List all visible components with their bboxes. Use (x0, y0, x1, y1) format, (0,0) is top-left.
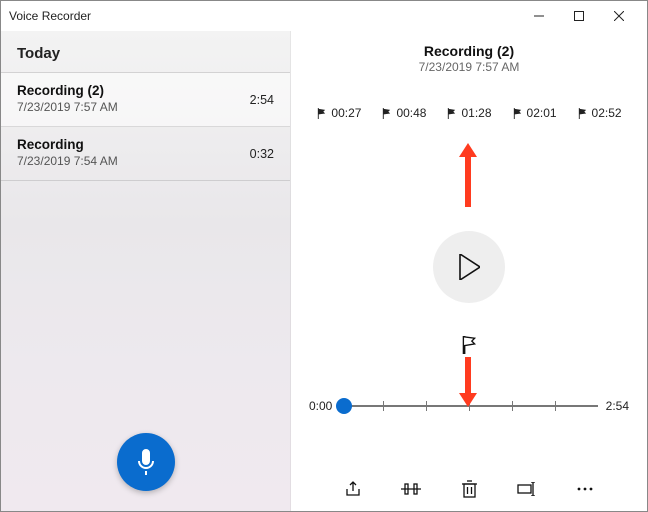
marker-item[interactable]: 02:52 (577, 106, 622, 120)
recording-date: 7/23/2019 7:57 AM (17, 100, 274, 114)
delete-button[interactable] (459, 479, 479, 499)
timeline-thumb[interactable] (336, 398, 352, 414)
recording-duration: 0:32 (250, 147, 274, 161)
add-marker-button[interactable] (461, 336, 477, 359)
time-end: 2:54 (606, 399, 629, 413)
annotation-arrow-up (461, 143, 475, 207)
play-icon (458, 254, 480, 280)
close-button[interactable] (599, 1, 639, 31)
recording-duration: 2:54 (250, 93, 274, 107)
app-title: Voice Recorder (9, 9, 91, 23)
marker-item[interactable]: 00:48 (381, 106, 426, 120)
minimize-button[interactable] (519, 1, 559, 31)
ellipsis-icon (576, 486, 594, 492)
annotation-arrow-down (461, 357, 475, 407)
flag-icon (316, 108, 327, 119)
flag-icon (461, 336, 477, 354)
flag-icon (512, 108, 523, 119)
trim-icon (401, 481, 421, 497)
marker-item[interactable]: 01:28 (446, 106, 491, 120)
flag-icon (446, 108, 457, 119)
recording-date: 7/23/2019 7:54 AM (17, 154, 274, 168)
rename-button[interactable] (517, 479, 537, 499)
record-button[interactable] (117, 433, 175, 491)
play-button[interactable] (433, 231, 505, 303)
microphone-icon (136, 449, 156, 475)
current-recording-title: Recording (2) (291, 43, 647, 59)
more-button[interactable] (575, 479, 595, 499)
time-start: 0:00 (309, 399, 332, 413)
recording-list-item[interactable]: Recording 7/23/2019 7:54 AM 0:32 (1, 127, 290, 181)
share-button[interactable] (343, 479, 363, 499)
trash-icon (462, 480, 477, 498)
trim-button[interactable] (401, 479, 421, 499)
marker-item[interactable]: 02:01 (512, 106, 557, 120)
section-heading-today: Today (1, 31, 290, 73)
maximize-button[interactable] (559, 1, 599, 31)
recordings-sidebar: Today Recording (2) 7/23/2019 7:57 AM 2:… (1, 31, 291, 511)
title-bar: Voice Recorder (1, 1, 647, 31)
rename-icon (517, 482, 537, 496)
current-recording-date: 7/23/2019 7:57 AM (291, 60, 647, 74)
recording-list-item[interactable]: Recording (2) 7/23/2019 7:57 AM 2:54 (1, 73, 290, 127)
flag-icon (577, 108, 588, 119)
player-panel: Recording (2) 7/23/2019 7:57 AM 00:27 00… (291, 31, 647, 511)
marker-item[interactable]: 00:27 (316, 106, 361, 120)
recording-title: Recording (2) (17, 83, 274, 98)
marker-row: 00:27 00:48 01:28 02:01 02:52 (291, 106, 647, 120)
flag-icon (381, 108, 392, 119)
share-icon (344, 480, 362, 498)
bottom-toolbar (291, 479, 647, 499)
recording-title: Recording (17, 137, 274, 152)
